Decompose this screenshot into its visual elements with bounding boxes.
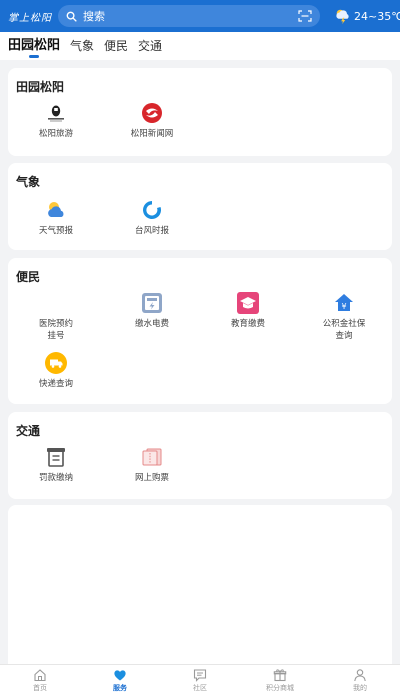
section-weather: 气象 天气预报 台风时报 [8,163,392,250]
service-utility-bill[interactable]: 缴水电费 [104,292,200,330]
service-label: 教育缴费 [230,319,265,329]
tab-weather[interactable]: 气象 [70,32,94,60]
service-songyang-tourism[interactable]: 松阳旅游 [8,102,104,140]
service-label: 台风时报 [134,226,169,236]
nav-label: 服务 [113,684,127,692]
nav-profile[interactable]: 我的 [320,665,400,696]
nav-label: 积分商城 [266,684,294,692]
graduation-cap-icon [237,292,259,314]
section-title: 气象 [16,175,41,189]
bottom-nav: 首页 服务 社区 积分商城 我的 [0,664,400,696]
nav-points-mall[interactable]: 积分商城 [240,665,320,696]
svg-text:¥: ¥ [341,302,346,311]
app-logo[interactable]: 掌上松阳 [0,9,51,24]
songyang-tourism-logo-icon [45,102,67,124]
section-title: 交通 [16,424,41,438]
service-education-payment[interactable]: 教育缴费 [200,292,296,330]
partly-cloudy-icon [45,199,67,221]
weather-temperature: 24~35℃ [354,9,400,23]
tab-traffic[interactable]: 交通 [138,32,162,60]
tab-convenience[interactable]: 便民 [104,32,128,60]
ticket-icon [141,446,163,468]
chat-icon [193,669,207,682]
nav-home[interactable]: 首页 [0,665,80,696]
songyang-news-logo-icon [141,102,163,124]
service-label: 医院预约挂号 [38,319,73,341]
nav-label: 我的 [353,684,367,692]
gift-icon [273,669,287,682]
nav-label: 首页 [33,684,47,692]
service-label: 公积金社保查询 [322,319,366,341]
service-hospital-appointment[interactable]: 医院预约挂号 [8,292,104,342]
service-housing-fund-query[interactable]: ¥ 公积金社保查询 [296,292,392,342]
service-fine-payment[interactable]: 罚款缴纳 [8,446,104,484]
search-bar[interactable]: 搜索 [58,5,320,27]
hospital-icon [45,292,67,314]
housing-fund-icon: ¥ [333,292,355,314]
service-songyang-news[interactable]: 松阳新闻网 [104,102,200,140]
search-label: 搜索 [83,10,105,23]
service-label: 缴水电费 [134,319,169,329]
section-tianyuan: 田园松阳 松阳旅游 松阳新闻网 [8,68,392,156]
section-traffic: 交通 罚款缴纳 网上购票 [8,412,392,499]
scan-icon[interactable] [298,10,312,22]
service-label: 天气预报 [38,226,73,236]
weather-widget[interactable]: 24~35℃ [334,7,400,25]
home-icon [34,669,46,682]
search-icon [66,11,77,22]
content-area [8,505,392,665]
delivery-truck-icon [45,352,67,374]
service-label: 网上购票 [134,473,169,483]
tab-tianyuan-songyang[interactable]: 田园松阳 [8,32,60,60]
service-online-ticket[interactable]: 网上购票 [104,446,200,484]
service-label: 松阳旅游 [38,129,73,139]
utility-bill-icon [141,292,163,314]
fine-payment-icon [45,446,67,468]
section-convenience: 便民 医院预约挂号 缴水电费 教育缴费 ¥ 公积金社保查询 快递查询 [8,258,392,404]
service-label: 快递查询 [38,379,73,389]
service-express-query[interactable]: 快递查询 [8,352,104,390]
section-title: 便民 [16,270,41,284]
heart-icon [114,670,126,681]
nav-label: 社区 [193,684,207,692]
service-typhoon-report[interactable]: 台风时报 [104,199,200,237]
nav-community[interactable]: 社区 [160,665,240,696]
nav-service[interactable]: 服务 [80,665,160,696]
user-icon [354,669,366,682]
thunderstorm-icon [336,9,349,25]
section-title: 田园松阳 [16,80,65,94]
typhoon-icon [141,199,163,221]
service-label: 罚款缴纳 [38,473,73,483]
category-tabs: 田园松阳 气象 便民 交通 [0,32,400,60]
service-weather-forecast[interactable]: 天气预报 [8,199,104,237]
service-label: 松阳新闻网 [130,129,174,139]
top-bar: 掌上松阳 搜索 24~35℃ [0,0,400,32]
